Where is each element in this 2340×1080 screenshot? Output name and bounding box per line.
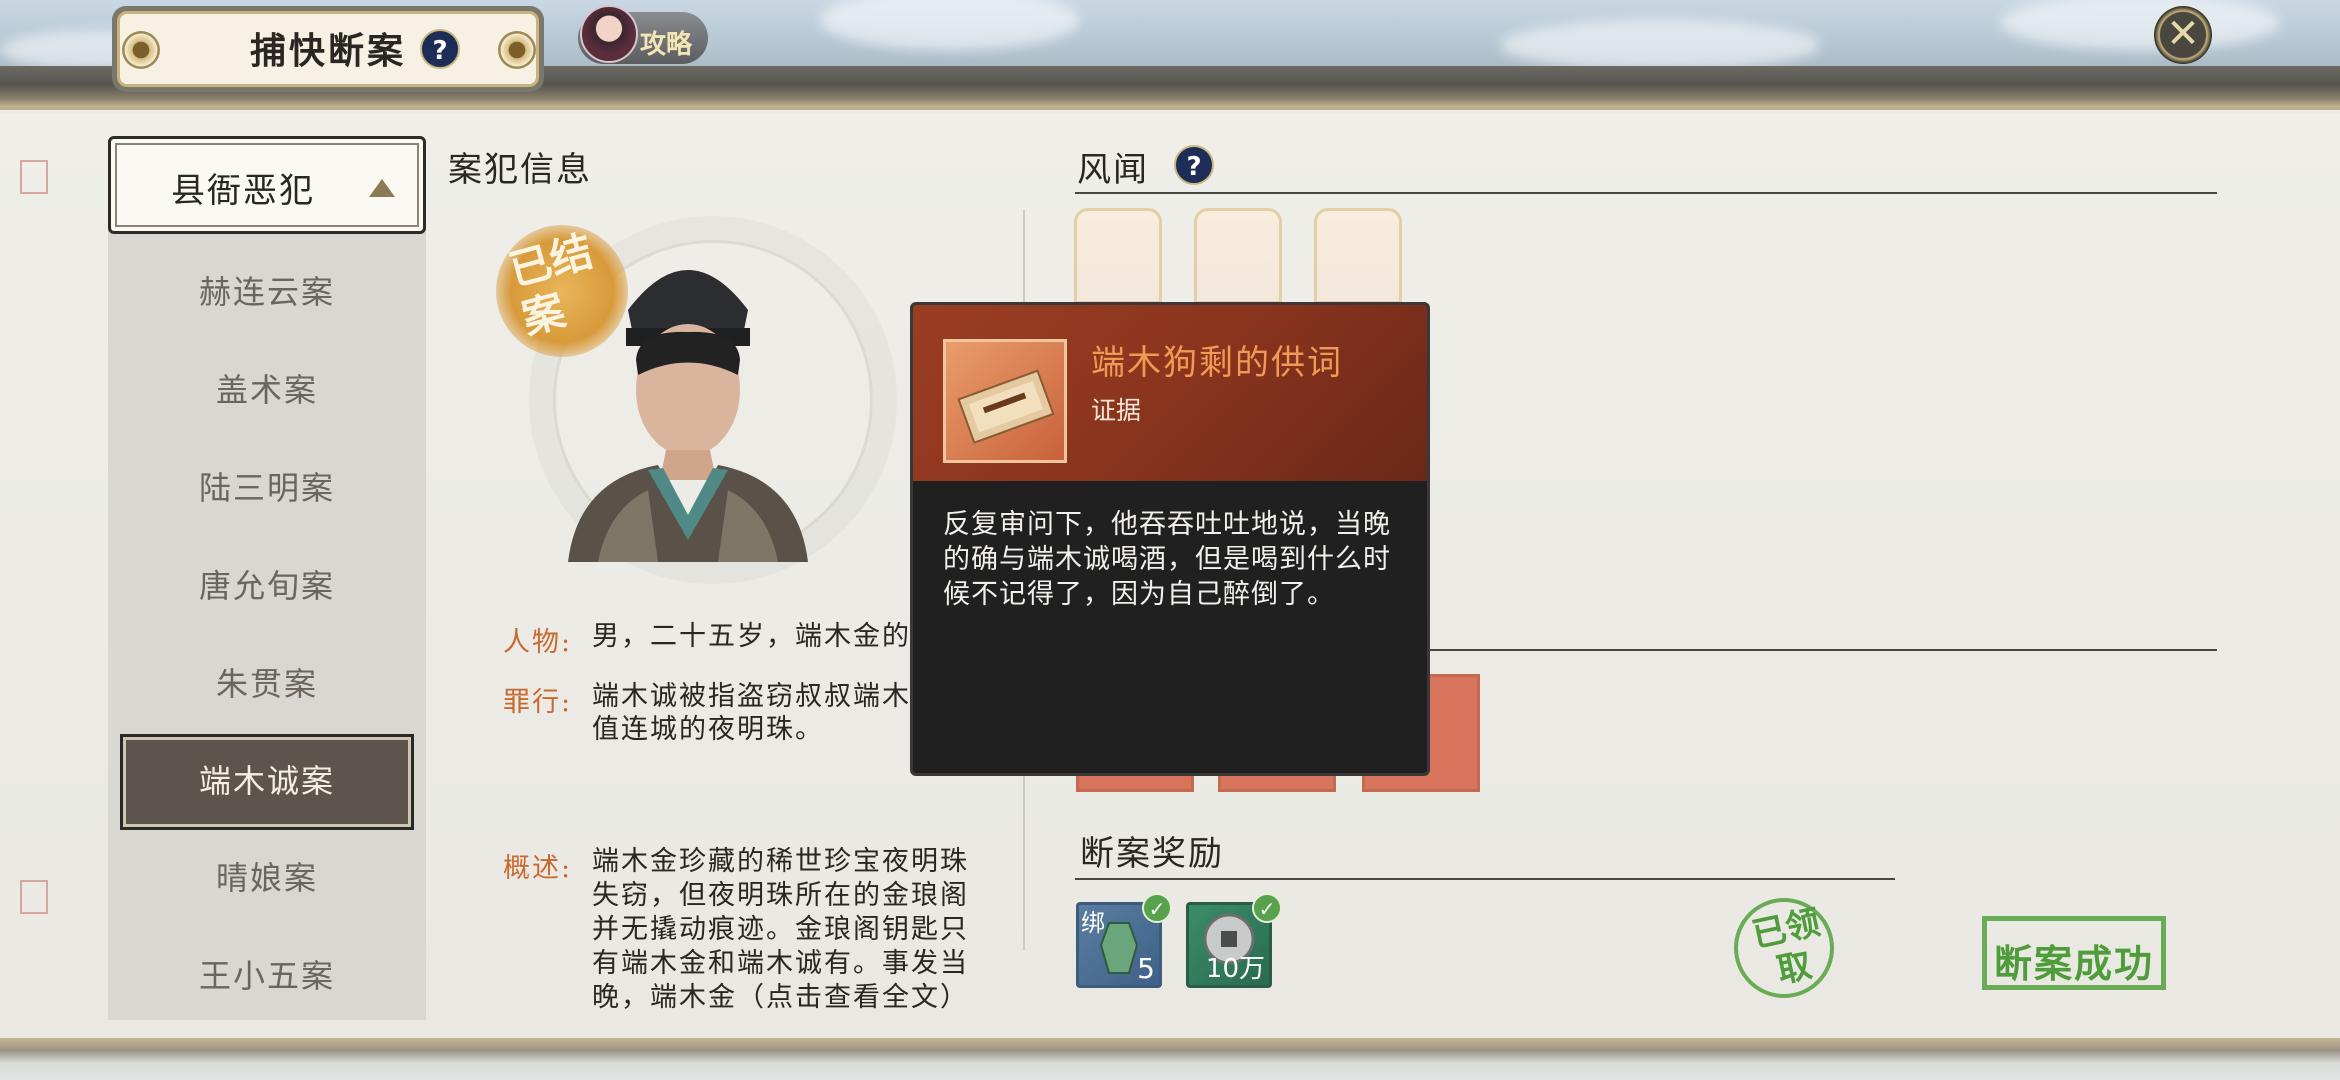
case-item[interactable]: 朱贯案 [108,636,426,732]
tooltip-item-icon [943,339,1067,463]
case-item[interactable]: 盖术案 [108,342,426,438]
tooltip-header: 端木狗剩的供词 证据 [913,305,1427,481]
seal-stamp-icon [20,160,48,194]
summary-line: 并无撬动痕迹。金琅阁钥匙只 [592,914,969,945]
check-icon: ✓ [1142,893,1172,923]
tooltip-title: 端木狗剩的供词 [1091,343,1343,383]
section-title-criminal: 案犯信息 [448,150,592,190]
close-icon[interactable]: ✕ [2154,6,2212,64]
knot-ornament-right [498,31,536,69]
case-item-active[interactable]: 端木诚案 [120,734,414,830]
case-item[interactable]: 王小五案 [108,928,426,1024]
crime-value-line: 端木诚被指盗窃叔叔端木 [592,681,911,712]
rumor-divider [1075,192,2217,194]
crime-label: 罪行: [503,687,573,718]
case-item[interactable]: 唐允旬案 [108,538,426,634]
confession-paper-icon [957,369,1055,444]
tooltip-type: 证据 [1091,396,1142,425]
summary-line: 失窃，但夜明珠所在的金琅阁 [592,880,969,911]
section-title-rumor: 风闻 [1077,150,1149,190]
help-icon[interactable]: ? [1174,145,1214,185]
page-title: 捕快断案 [250,30,407,72]
knot-ornament-left [122,31,160,69]
rumor-card-slot[interactable] [1314,208,1402,304]
tooltip-description: 反复审问下，他吞吞吐吐地说，当晚的确与端木诚喝酒，但是喝到什么时候不记得了，因为… [943,509,1391,610]
reward-divider [1075,878,1895,880]
rumor-card-slot[interactable] [1194,208,1282,304]
reward-count: 10万 [1205,954,1265,984]
bottom-frame [0,1038,2340,1080]
summary-line: 端木金珍藏的稀世珍宝夜明珠 [592,846,969,877]
help-icon[interactable]: ? [420,29,460,69]
person-value: 男，二十五岁，端木金的 [592,621,911,652]
evidence-tooltip: 端木狗剩的供词 证据 反复审问下，他吞吞吐吐地说，当晚的确与端木诚喝酒，但是喝到… [910,302,1430,776]
triangle-up-icon [369,179,395,197]
guide-label: 攻略 [640,30,693,60]
category-label: 县衙恶犯 [171,171,315,211]
claimed-stamp-text: 已领取 [1748,902,1824,992]
crime-value-line: 值连城的夜明珠。 [592,714,824,745]
summary-text[interactable]: 端木金珍藏的稀世珍宝夜明珠 失窃，但夜明珠所在的金琅阁 并无撬动痕迹。金琅阁钥匙… [592,845,969,1015]
case-item[interactable]: 赫连云案 [108,244,426,340]
rumor-card-slot[interactable] [1074,208,1162,304]
category-dropdown[interactable]: 县衙恶犯 [108,136,426,234]
case-solved-text: 断案成功 [1993,941,2154,986]
guide-avatar-icon [580,5,638,63]
seal-stamp-icon [20,880,48,914]
check-icon: ✓ [1252,893,1282,923]
section-title-reward: 断案奖励 [1080,834,1224,874]
summary-label: 概述: [503,853,573,884]
person-label: 人物: [503,627,573,658]
summary-line: 有端木金和端木诚有。事发当 [592,948,969,979]
bound-tag: 绑 [1081,909,1105,937]
case-solved-stamp: 断案成功 [1982,916,2166,990]
case-item[interactable]: 陆三明案 [108,440,426,536]
summary-line: 晚，端木金（点击查看全文） [592,982,969,1013]
reward-count: 5 [1137,952,1155,985]
case-item[interactable]: 晴娘案 [108,830,426,926]
